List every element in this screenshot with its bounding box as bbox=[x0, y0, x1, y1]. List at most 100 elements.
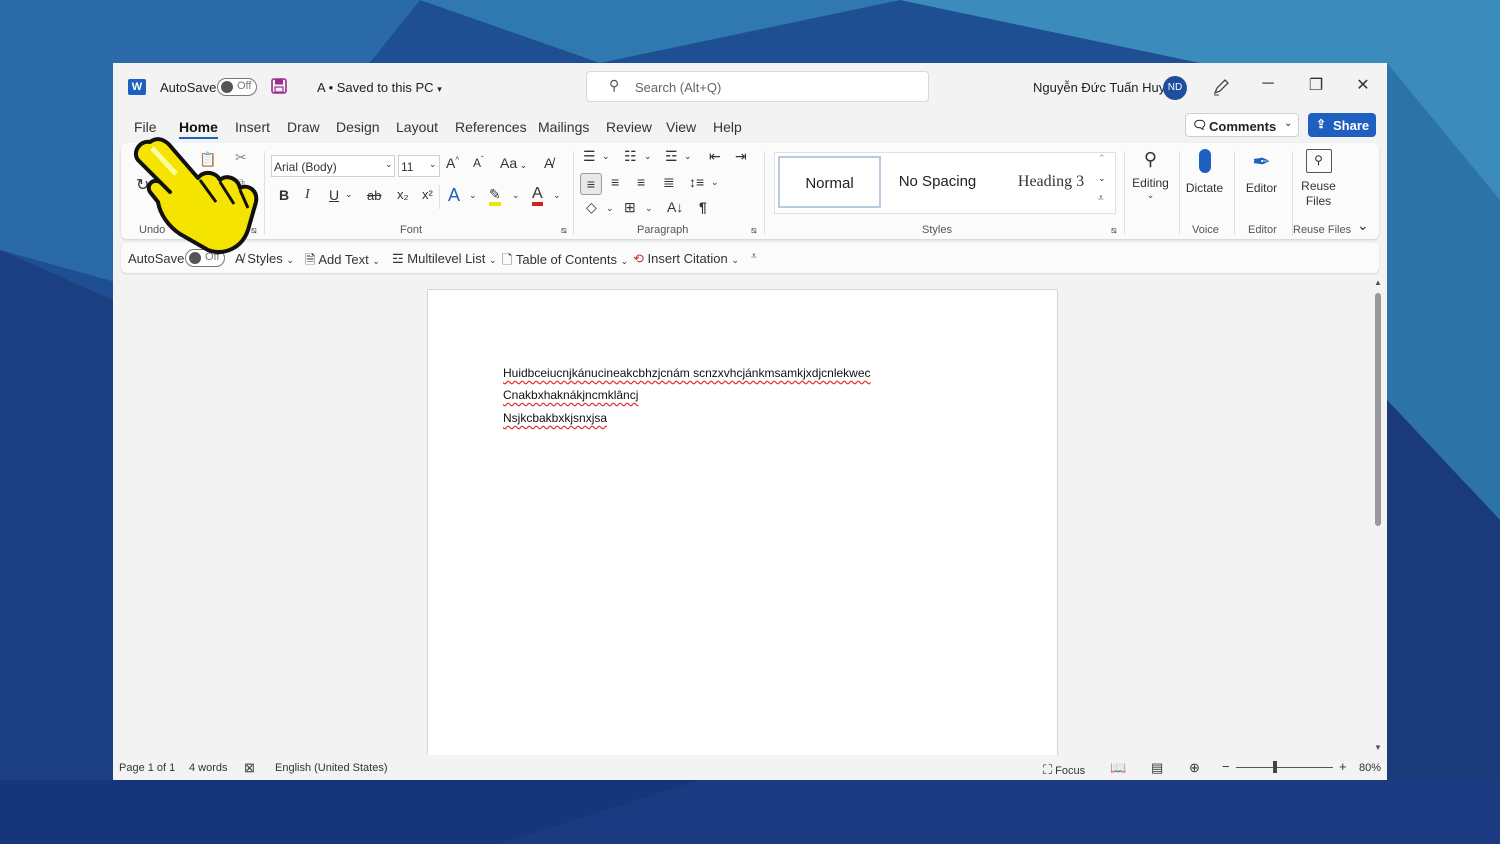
page-count[interactable]: Page 1 of 1 bbox=[119, 762, 175, 774]
text-effects-dropdown[interactable]: ⌄ bbox=[469, 190, 477, 201]
bullets-icon[interactable]: ☰ bbox=[583, 148, 596, 165]
font-color-dropdown[interactable]: ⌄ bbox=[553, 190, 561, 201]
multilevel-icon[interactable]: ☲ bbox=[665, 148, 678, 165]
font-launcher-icon[interactable]: ⧅ bbox=[561, 225, 567, 236]
language[interactable]: English (United States) bbox=[275, 762, 388, 774]
bold-button[interactable]: B bbox=[279, 187, 289, 203]
increase-indent-icon[interactable]: ⇥ bbox=[735, 148, 747, 165]
tab-references[interactable]: References bbox=[455, 119, 527, 135]
change-case-button[interactable]: Aa ⌄ bbox=[500, 155, 527, 171]
tab-mailings[interactable]: Mailings bbox=[538, 119, 589, 135]
underline-button[interactable]: U bbox=[329, 187, 339, 203]
italic-button[interactable]: I bbox=[305, 187, 310, 203]
tab-view[interactable]: View bbox=[666, 119, 696, 135]
document-paragraph[interactable]: Nsjkcbakbxkjsnxjsa bbox=[503, 411, 607, 425]
minimize-button[interactable]: ─ bbox=[1255, 75, 1281, 97]
restore-button[interactable]: ❐ bbox=[1303, 75, 1329, 97]
sort-icon[interactable]: A↓ bbox=[667, 199, 683, 215]
underline-dropdown[interactable]: ⌄ bbox=[345, 189, 353, 200]
comments-button[interactable]: 🗨 Comments ⌄ bbox=[1185, 113, 1299, 137]
multilevel-dropdown[interactable]: ⌄ bbox=[684, 151, 692, 162]
qat-multilevel-list[interactable]: ☲ Multilevel List ⌄ bbox=[392, 251, 496, 267]
strikethrough-button[interactable]: ab bbox=[367, 188, 381, 203]
superscript-button[interactable]: x² bbox=[422, 187, 433, 202]
autosave-toggle[interactable]: Off bbox=[217, 78, 257, 96]
style-no-spacing[interactable]: No Spacing bbox=[885, 156, 990, 208]
designer-pen-icon[interactable] bbox=[1211, 77, 1231, 97]
show-marks-icon[interactable]: ¶ bbox=[699, 199, 707, 215]
tab-draw[interactable]: Draw bbox=[287, 119, 320, 135]
font-color-icon[interactable]: A bbox=[532, 185, 543, 206]
avatar[interactable]: ND bbox=[1163, 76, 1187, 100]
highlight-dropdown[interactable]: ⌄ bbox=[512, 190, 520, 201]
align-right-icon[interactable]: ≡ bbox=[637, 174, 645, 190]
multilevel-list-icon: ☲ bbox=[392, 251, 404, 266]
zoom-slider[interactable] bbox=[1236, 767, 1333, 768]
numbering-dropdown[interactable]: ⌄ bbox=[644, 151, 652, 162]
zoom-level[interactable]: 80% bbox=[1359, 762, 1381, 774]
save-icon[interactable] bbox=[271, 78, 287, 94]
zoom-out-button[interactable]: − bbox=[1222, 759, 1230, 774]
borders-dropdown[interactable]: ⌄ bbox=[645, 203, 653, 214]
customize-toolbar-icon[interactable]: ⩡ bbox=[751, 251, 757, 262]
vertical-scrollbar[interactable] bbox=[1375, 293, 1381, 526]
shading-dropdown[interactable]: ⌄ bbox=[606, 203, 614, 214]
styles-gallery: Normal No Spacing Heading 3 bbox=[774, 152, 1116, 214]
styles-scroll-down-icon[interactable]: ⌄ bbox=[1098, 173, 1106, 184]
zoom-in-button[interactable]: + bbox=[1339, 759, 1347, 774]
editing-button[interactable]: ⚲ Editing ⌄ bbox=[1123, 149, 1178, 201]
align-left-icon[interactable]: ≡ bbox=[580, 173, 602, 195]
document-status[interactable]: A • Saved to this PC ▾ bbox=[317, 80, 442, 95]
read-mode-icon[interactable]: 📖 bbox=[1110, 760, 1126, 776]
shading-icon[interactable]: ◇ bbox=[586, 199, 597, 216]
qat-insert-citation[interactable]: ⟲ Insert Citation ⌄ bbox=[633, 251, 739, 267]
scroll-up-icon[interactable]: ▲ bbox=[1374, 278, 1382, 287]
style-normal[interactable]: Normal bbox=[778, 156, 881, 208]
word-count[interactable]: 4 words bbox=[189, 762, 228, 774]
focus-button[interactable]: ⛶ Focus bbox=[1043, 762, 1085, 778]
share-button[interactable]: ⇪ Share bbox=[1308, 113, 1376, 137]
font-size-combo[interactable]: 11 ⌄ bbox=[398, 155, 440, 177]
dictate-button[interactable]: Dictate bbox=[1177, 149, 1232, 195]
web-layout-icon[interactable]: ⊕ bbox=[1189, 760, 1200, 776]
text-effects-icon[interactable]: A bbox=[448, 185, 460, 206]
grow-font-icon[interactable]: A^ bbox=[446, 155, 459, 171]
highlight-icon[interactable]: ✎ bbox=[489, 186, 501, 206]
font-name-combo[interactable]: Arial (Body) ⌄ bbox=[271, 155, 395, 177]
tab-review[interactable]: Review bbox=[606, 119, 652, 135]
document-paragraph[interactable]: Huidbceiucnjkánucineakcbhzjcnám scnzxvhc… bbox=[503, 366, 871, 380]
paragraph-launcher-icon[interactable]: ⧅ bbox=[751, 225, 757, 236]
qat-table-of-contents[interactable]: 🗋 Table of Contents ⌄ bbox=[502, 251, 628, 273]
tab-design[interactable]: Design bbox=[336, 119, 380, 135]
line-spacing-icon[interactable]: ↕≡ bbox=[689, 174, 704, 190]
reuse-files-button[interactable]: ⚲ Reuse Files bbox=[1291, 149, 1346, 209]
styles-scroll-up-icon[interactable]: ⌃ bbox=[1098, 153, 1106, 164]
bullets-dropdown[interactable]: ⌄ bbox=[602, 151, 610, 162]
tab-help[interactable]: Help bbox=[713, 119, 742, 135]
search-box[interactable]: ⚲ Search (Alt+Q) bbox=[586, 71, 929, 102]
clear-formatting-icon[interactable]: A̸ bbox=[544, 155, 553, 171]
document-page[interactable]: Huidbceiucnjkánucineakcbhzjcnám scnzxvhc… bbox=[427, 289, 1058, 771]
subscript-button[interactable]: x₂ bbox=[397, 187, 409, 202]
borders-icon[interactable]: ⊞ bbox=[624, 199, 636, 216]
numbering-icon[interactable]: ☷ bbox=[624, 148, 637, 165]
align-center-icon[interactable]: ≡ bbox=[611, 174, 619, 190]
justify-icon[interactable]: ≣ bbox=[663, 174, 675, 191]
styles-more-icon[interactable]: ⩡ bbox=[1098, 193, 1104, 204]
style-heading-3[interactable]: Heading 3 bbox=[997, 156, 1105, 208]
shrink-font-icon[interactable]: Aˇ bbox=[473, 155, 484, 170]
print-layout-icon[interactable]: ▤ bbox=[1151, 760, 1163, 776]
zoom-slider-thumb[interactable] bbox=[1273, 761, 1277, 773]
close-button[interactable]: ✕ bbox=[1350, 75, 1376, 97]
decrease-indent-icon[interactable]: ⇤ bbox=[709, 148, 721, 165]
line-spacing-dropdown[interactable]: ⌄ bbox=[711, 177, 719, 188]
document-paragraph[interactable]: Cnakbxhaknákjncmklâncj bbox=[503, 388, 638, 402]
scroll-down-icon[interactable]: ▼ bbox=[1374, 743, 1382, 752]
qat-add-text[interactable]: 🗎 Add Text ⌄ bbox=[305, 251, 380, 273]
collapse-ribbon-icon[interactable]: ⌄ bbox=[1357, 217, 1369, 234]
editor-button[interactable]: ✒ Editor bbox=[1234, 149, 1289, 195]
user-name[interactable]: Nguyễn Đức Tuấn Huy bbox=[1033, 80, 1165, 95]
tab-layout[interactable]: Layout bbox=[396, 119, 438, 135]
styles-launcher-icon[interactable]: ⧅ bbox=[1111, 225, 1117, 236]
proofing-icon[interactable]: ⊠ bbox=[244, 760, 255, 776]
